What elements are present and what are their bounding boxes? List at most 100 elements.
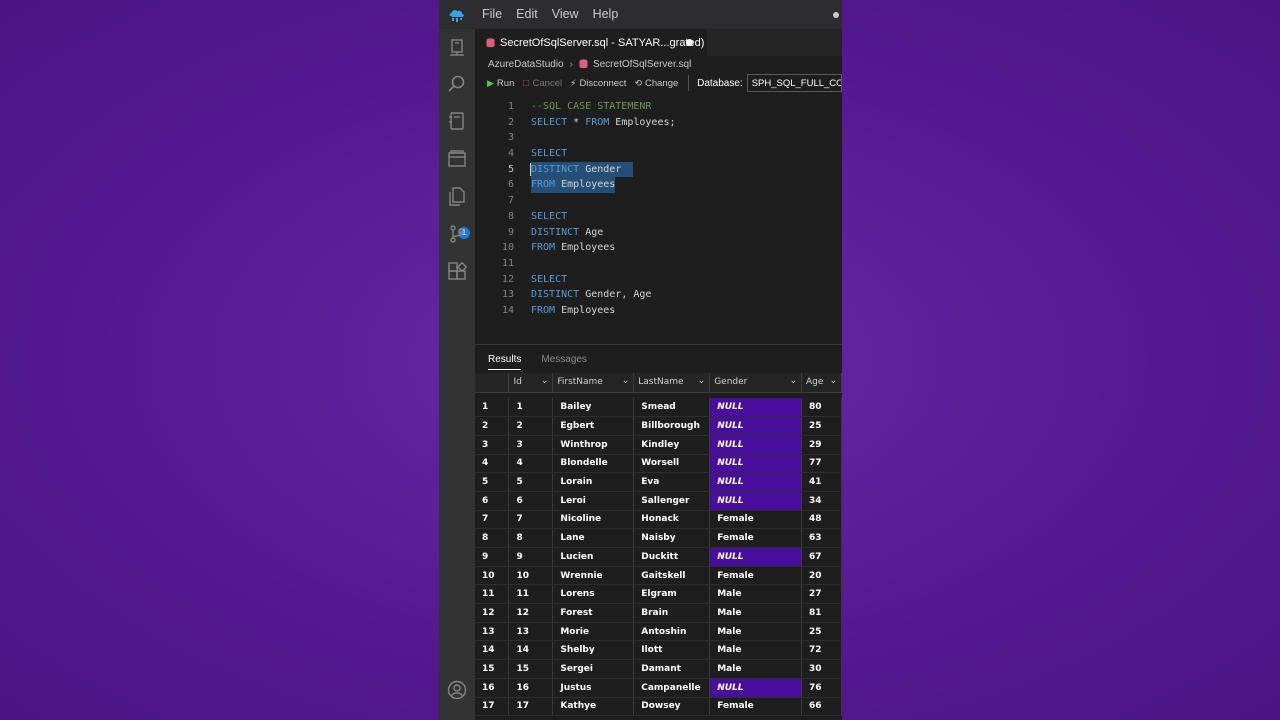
table-cell[interactable]: Antoshin (633, 622, 711, 642)
table-cell[interactable]: Gaitskell (633, 566, 711, 586)
table-cell[interactable]: Sallenger (633, 491, 711, 511)
table-cell[interactable]: NULL (709, 398, 803, 418)
breadcrumb-root[interactable]: AzureDataStudio (488, 59, 564, 70)
breadcrumb-file[interactable]: SecretOfSqlServer.sql (593, 59, 691, 70)
row-number-cell[interactable]: 6 (475, 491, 510, 511)
table-cell[interactable]: 8 (508, 528, 554, 548)
table-cell[interactable]: Bailey (552, 398, 635, 418)
servers-icon[interactable] (447, 38, 467, 58)
table-cell[interactable]: Male (709, 659, 803, 679)
connections-icon[interactable] (447, 149, 467, 169)
table-cell[interactable]: 72 (801, 640, 842, 661)
table-cell[interactable]: 15 (508, 659, 554, 679)
row-number-cell[interactable]: 9 (475, 547, 510, 567)
table-cell[interactable]: Damant (633, 659, 711, 679)
column-header-gender[interactable]: Gender ⌄ (709, 373, 803, 393)
table-cell[interactable]: Honack (633, 510, 711, 530)
row-number-cell[interactable]: 8 (475, 528, 510, 548)
table-cell[interactable]: 67 (801, 547, 842, 567)
chevron-down-icon[interactable]: ⌄ (698, 376, 706, 386)
table-row[interactable]: 15 15 Sergei Damant Male 30 (475, 659, 842, 679)
row-number-cell[interactable]: 13 (475, 622, 510, 642)
menu-edit[interactable]: Edit (509, 0, 545, 29)
table-cell[interactable]: Eva (633, 472, 711, 492)
table-cell[interactable]: 9 (508, 547, 554, 567)
table-row[interactable]: 1 1 Bailey Smead NULL 80 (475, 398, 842, 418)
table-cell[interactable]: Kindley (633, 435, 711, 455)
table-cell[interactable]: Female (709, 697, 803, 717)
table-cell[interactable]: Worsell (633, 454, 711, 474)
row-number-cell[interactable]: 17 (475, 697, 510, 717)
table-cell[interactable]: 76 (801, 678, 842, 698)
notebook-icon[interactable] (447, 111, 467, 131)
table-row[interactable]: 16 16 Justus Campanelle NULL 76 (475, 678, 842, 698)
table-cell[interactable]: 14 (508, 640, 554, 661)
explorer-icon[interactable] (447, 186, 467, 206)
code-editor[interactable]: 1 --SQL CASE STATEMENR 2 SELECT * FROM E… (475, 99, 842, 319)
table-cell[interactable]: Brain (633, 603, 711, 623)
table-cell[interactable]: 77 (801, 454, 842, 474)
table-cell[interactable]: Lucien (552, 547, 635, 567)
table-cell[interactable]: 12 (508, 603, 554, 623)
row-number-cell[interactable]: 14 (475, 640, 510, 661)
table-cell[interactable]: 11 (508, 584, 554, 605)
row-number-cell[interactable]: 5 (475, 472, 510, 492)
table-cell[interactable]: Smead (633, 398, 711, 418)
table-cell[interactable]: 48 (801, 510, 842, 530)
table-cell[interactable]: 27 (801, 584, 842, 605)
table-row[interactable]: 10 10 Wrennie Gaitskell Female 20 (475, 566, 842, 586)
table-cell[interactable]: Male (709, 640, 803, 661)
table-cell[interactable]: 1 (508, 398, 554, 418)
menu-view[interactable]: View (545, 0, 586, 29)
cancel-button[interactable]: ☐ Cancel (522, 78, 562, 89)
table-cell[interactable]: Wrennie (552, 566, 635, 586)
table-cell[interactable]: 17 (508, 697, 554, 717)
table-cell[interactable]: Female (709, 510, 803, 530)
row-number-cell[interactable]: 1 (475, 398, 510, 418)
table-cell[interactable]: NULL (709, 454, 803, 474)
table-cell[interactable]: Kathye (552, 697, 635, 717)
chevron-down-icon[interactable]: ⌄ (622, 376, 630, 386)
chevron-down-icon[interactable]: ⌄ (541, 376, 549, 386)
row-number-cell[interactable]: 3 (475, 435, 510, 455)
tab-results[interactable]: Results (488, 345, 522, 374)
table-cell[interactable]: Leroi (552, 491, 635, 511)
chevron-down-icon[interactable]: ⌄ (789, 376, 797, 386)
table-cell[interactable]: Naisby (633, 528, 711, 548)
table-cell[interactable]: Egbert (552, 416, 635, 436)
table-cell[interactable]: NULL (709, 678, 803, 698)
table-row[interactable]: 13 13 Morie Antoshin Male 25 (475, 622, 842, 642)
table-row[interactable]: 12 12 Forest Brain Male 81 (475, 603, 842, 623)
row-number-cell[interactable]: 15 (475, 659, 510, 679)
table-cell[interactable]: 16 (508, 678, 554, 698)
table-cell[interactable]: 6 (508, 491, 554, 511)
table-cell[interactable]: 63 (801, 528, 842, 548)
table-cell[interactable]: 29 (801, 435, 842, 455)
table-cell[interactable]: 10 (508, 566, 554, 586)
table-row[interactable]: 8 8 Lane Naisby Female 63 (475, 528, 842, 548)
table-cell[interactable]: 5 (508, 472, 554, 492)
table-row[interactable]: 9 9 Lucien Duckitt NULL 67 (475, 547, 842, 567)
extensions-icon[interactable] (447, 262, 467, 282)
table-cell[interactable]: Ilott (633, 640, 711, 661)
table-cell[interactable]: 80 (801, 398, 842, 418)
change-connection-button[interactable]: ⟲ Change (634, 78, 678, 89)
table-cell[interactable]: Nicoline (552, 510, 635, 530)
table-cell[interactable]: Lane (552, 528, 635, 548)
chevron-down-icon[interactable]: ⌄ (829, 376, 837, 386)
table-cell[interactable]: 34 (801, 491, 842, 511)
table-cell[interactable]: Male (709, 584, 803, 605)
column-header-age[interactable]: Age ⌄ (801, 373, 842, 393)
row-number-cell[interactable]: 12 (475, 603, 510, 623)
table-cell[interactable]: Female (709, 566, 803, 586)
table-row[interactable]: 4 4 Blondelle Worsell NULL 77 (475, 454, 842, 474)
row-number-cell[interactable]: 16 (475, 678, 510, 698)
column-header-id[interactable]: Id ⌄ (508, 373, 554, 393)
disconnect-button[interactable]: ⚡ Disconnect (570, 78, 626, 89)
table-row[interactable]: 17 17 Kathye Dowsey Female 66 (475, 697, 842, 717)
account-icon[interactable] (447, 680, 467, 700)
table-cell[interactable]: Dowsey (633, 697, 711, 717)
row-number-cell[interactable]: 2 (475, 416, 510, 436)
table-cell[interactable]: 30 (801, 659, 842, 679)
source-control-icon[interactable] (447, 224, 467, 244)
